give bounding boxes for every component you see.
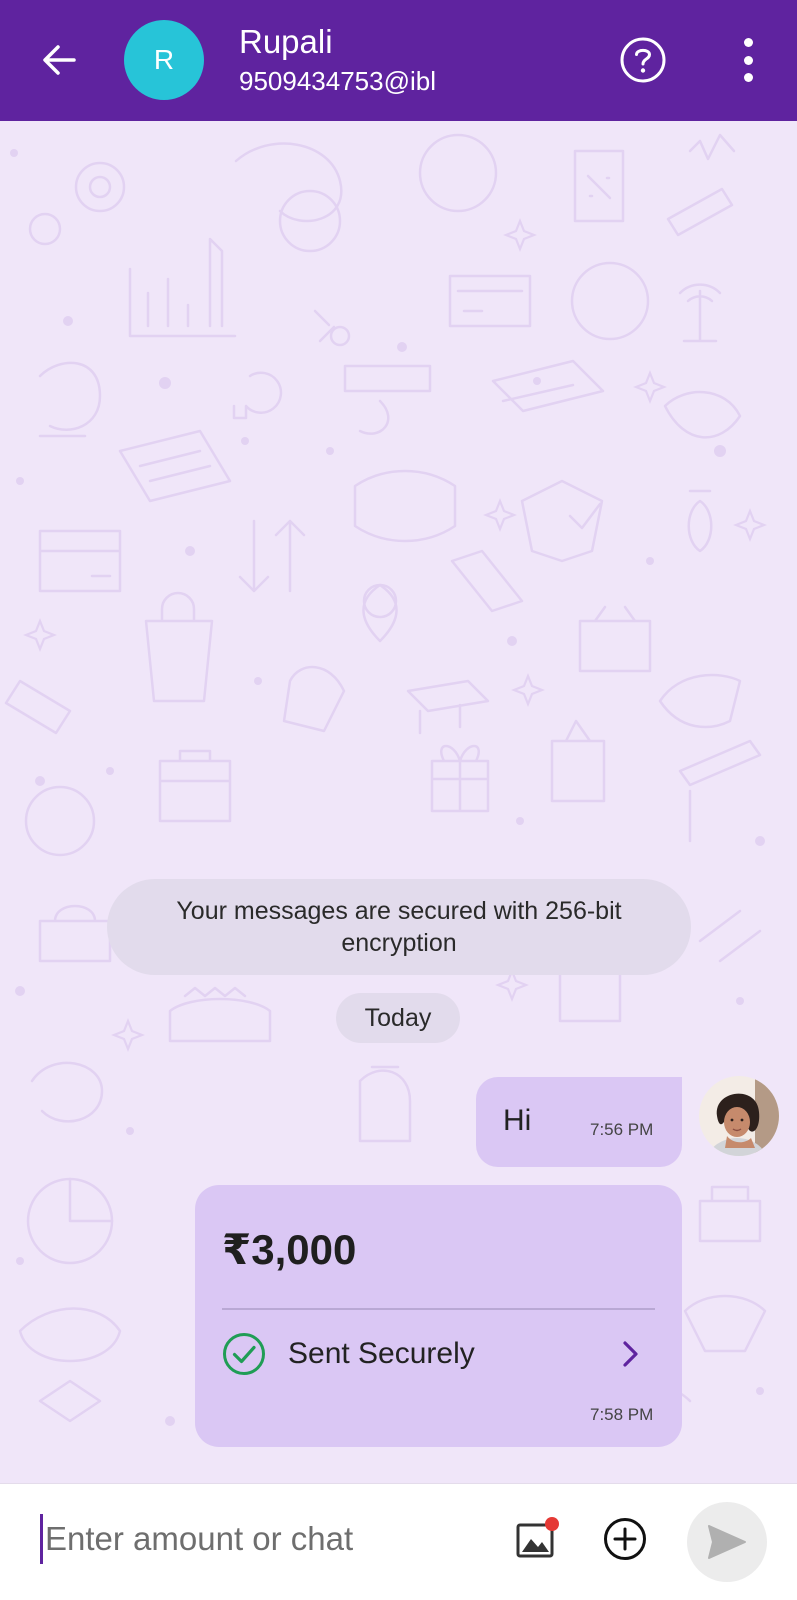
chevron-right-icon [623, 1341, 638, 1367]
payment-time: 7:58 PM [590, 1405, 654, 1424]
contact-avatar[interactable]: R [124, 20, 204, 100]
attach-image-button[interactable] [512, 1514, 562, 1564]
help-button[interactable] [618, 35, 668, 85]
payment-card[interactable]: ₹3,000 Sent Securely 7:58 PM [195, 1185, 682, 1447]
back-button[interactable] [36, 36, 84, 84]
payment-status-text: Sent Securely [288, 1337, 475, 1370]
date-separator: Today [336, 993, 460, 1043]
message-input-bar [0, 1483, 797, 1600]
encryption-notice: Your messages are secured with 256-bit e… [107, 879, 691, 975]
avatar-letter: R [153, 44, 175, 75]
message-bubble[interactable]: Hi 7:56 PM [476, 1077, 682, 1167]
arrow-left-icon [43, 45, 76, 75]
payment-amount: ₹3,000 [222, 1226, 357, 1273]
plus-circle-icon [604, 1518, 646, 1560]
send-button[interactable] [687, 1502, 767, 1582]
contact-name[interactable]: Rupali [239, 22, 333, 62]
message-time: 7:56 PM [590, 1120, 654, 1139]
sender-avatar [699, 1076, 779, 1156]
check-circle-icon [223, 1333, 265, 1375]
payment-status-row[interactable]: Sent Securely [222, 1323, 655, 1385]
more-options-button[interactable] [728, 38, 768, 82]
send-icon [708, 1525, 746, 1559]
vertical-dots-icon [743, 38, 753, 47]
chat-area[interactable]: Your messages are secured with 256-bit e… [0, 121, 797, 1483]
image-icon [516, 1517, 559, 1558]
amount-or-chat-input[interactable] [40, 1514, 485, 1564]
add-attachment-button[interactable] [600, 1514, 650, 1564]
profile-photo [699, 1076, 779, 1156]
contact-vpa: 9509434753@ibl [239, 66, 437, 96]
message-text: Hi [503, 1104, 532, 1137]
question-circle-icon [620, 37, 666, 83]
payment-divider [222, 1308, 655, 1310]
chat-header: R Rupali 9509434753@ibl [0, 0, 797, 121]
